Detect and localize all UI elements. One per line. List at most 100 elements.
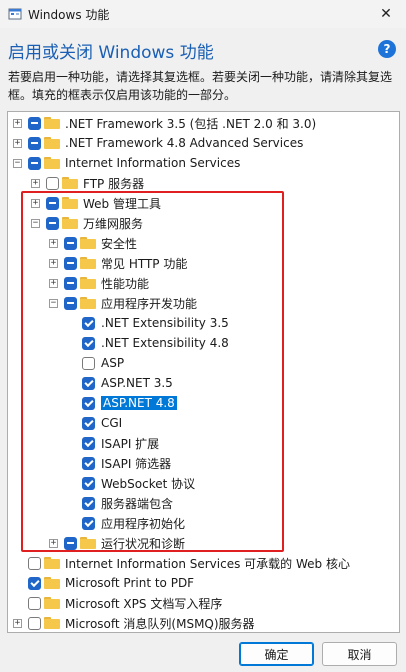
tree-item[interactable]: ISAPI 筛选器 [67, 453, 171, 473]
folder-icon [62, 177, 78, 189]
feature-checkbox[interactable] [28, 596, 41, 610]
feature-checkbox[interactable] [82, 376, 95, 390]
expand-icon[interactable]: + [49, 258, 58, 268]
ok-button[interactable]: 确定 [239, 642, 314, 666]
feature-checkbox[interactable] [82, 436, 95, 450]
feature-checkbox[interactable] [28, 556, 41, 570]
feature-checkbox[interactable] [82, 336, 95, 350]
tree-item[interactable]: + Web 管理工具 [31, 193, 161, 213]
expand-icon[interactable]: + [31, 198, 40, 208]
collapse-icon[interactable]: − [13, 158, 22, 168]
tree-item[interactable]: 服务器端包含 [67, 493, 173, 513]
cancel-button[interactable]: 取消 [322, 642, 397, 666]
feature-checkbox[interactable] [64, 296, 77, 310]
tree-item-label: Microsoft XPS 文档写入程序 [65, 596, 223, 611]
tree-item-label: FTP 服务器 [83, 176, 145, 191]
folder-icon [44, 157, 60, 169]
feature-checkbox[interactable] [64, 256, 77, 270]
tree-item-label: WebSocket 协议 [101, 476, 196, 491]
tree-item[interactable]: Microsoft XPS 文档写入程序 [13, 593, 222, 613]
feature-checkbox[interactable] [82, 456, 95, 470]
folder-icon [62, 197, 78, 209]
tree-item-label: .NET Framework 4.8 Advanced Services [65, 136, 304, 150]
tree-item[interactable]: + 性能功能 [49, 273, 149, 293]
feature-checkbox[interactable] [28, 616, 41, 630]
folder-icon [80, 257, 96, 269]
expand-icon[interactable]: + [49, 238, 58, 248]
description-text: 若要启用一种功能，请选择其复选框。若要关闭一种功能，请清除其复选框。填充的框表示… [8, 70, 393, 102]
tree-item-label: 性能功能 [101, 276, 150, 291]
expand-icon[interactable]: + [31, 178, 40, 188]
expand-icon[interactable]: + [13, 118, 22, 128]
tree-item[interactable]: .NET Extensibility 3.5 [67, 313, 229, 333]
tree-item-label: Microsoft Print to PDF [65, 576, 195, 590]
feature-checkbox[interactable] [64, 236, 77, 250]
tree-item[interactable]: ASP.NET 4.8 [67, 393, 177, 413]
tree-item[interactable]: .NET Extensibility 4.8 [67, 333, 229, 353]
tree-item[interactable]: − 应用程序开发功能 [49, 293, 197, 313]
feature-checkbox[interactable] [46, 216, 59, 230]
tree-item[interactable]: ISAPI 扩展 [67, 433, 159, 453]
feature-checkbox[interactable] [46, 176, 59, 190]
tree-item[interactable]: − Internet Information Services [13, 153, 240, 173]
feature-checkbox[interactable] [28, 576, 41, 590]
tree-item[interactable]: + 安全性 [49, 233, 137, 253]
tree-item[interactable]: + FTP 服务器 [31, 173, 144, 193]
feature-checkbox[interactable] [82, 316, 95, 330]
tree-item-label: Microsoft 消息队列(MSMQ)服务器 [65, 616, 255, 631]
tree-item-label: ASP.NET 4.8 [101, 396, 177, 410]
folder-icon [80, 537, 96, 549]
tree-item-label: CGI [101, 416, 123, 430]
feature-checkbox[interactable] [82, 516, 95, 530]
tree-item[interactable]: Microsoft Print to PDF [13, 573, 194, 593]
tree-item[interactable]: CGI [67, 413, 122, 433]
help-button[interactable]: ? [378, 40, 396, 58]
feature-checkbox[interactable] [28, 136, 41, 150]
expand-icon[interactable]: + [49, 278, 58, 288]
feature-checkbox[interactable] [82, 416, 95, 430]
expand-icon[interactable]: + [49, 538, 58, 548]
help-icon: ? [383, 42, 391, 56]
tree-item-label: Internet Information Services [65, 156, 241, 170]
tree-item[interactable]: ASP.NET 3.5 [67, 373, 173, 393]
tree-item[interactable]: + 常见 HTTP 功能 [49, 253, 187, 273]
folder-icon [44, 577, 60, 589]
tree-item-label: Web 管理工具 [83, 196, 161, 211]
tree-item-label: .NET Extensibility 4.8 [101, 336, 229, 350]
expand-icon[interactable]: + [13, 138, 22, 148]
folder-icon [44, 117, 60, 129]
tree-item[interactable]: ASP [67, 353, 124, 373]
tree-item-label: ASP [101, 356, 125, 370]
tree-item-label: 常见 HTTP 功能 [101, 256, 188, 271]
feature-checkbox[interactable] [64, 536, 77, 550]
feature-checkbox[interactable] [28, 116, 41, 130]
feature-checkbox[interactable] [64, 276, 77, 290]
page-title: 启用或关闭 Windows 功能 [8, 43, 214, 63]
feature-checkbox[interactable] [28, 156, 41, 170]
folder-icon [44, 597, 60, 609]
features-tree[interactable]: + .NET Framework 3.5 (包括 .NET 2.0 和 3.0) +… [7, 111, 400, 633]
tree-item[interactable]: + 运行状况和诊断 [49, 533, 185, 553]
tree-item[interactable]: + .NET Framework 3.5 (包括 .NET 2.0 和 3.0) [13, 113, 316, 133]
tree-item-label: Internet Information Services 可承载的 Web 核… [65, 556, 350, 571]
feature-checkbox[interactable] [82, 496, 95, 510]
tree-item[interactable]: Internet Information Services 可承载的 Web 核… [13, 553, 350, 573]
feature-checkbox[interactable] [46, 196, 59, 210]
folder-icon [80, 237, 96, 249]
tree-item[interactable]: + Microsoft 消息队列(MSMQ)服务器 [13, 613, 255, 632]
tree-item-label: 安全性 [101, 236, 138, 251]
tree-item-label: 应用程序初始化 [101, 516, 186, 531]
tree-item[interactable]: 应用程序初始化 [67, 513, 185, 533]
folder-icon [44, 557, 60, 569]
tree-item[interactable]: WebSocket 协议 [67, 473, 195, 493]
collapse-icon[interactable]: − [31, 218, 40, 228]
collapse-icon[interactable]: − [49, 298, 58, 308]
tree-item[interactable]: + .NET Framework 4.8 Advanced Services [13, 133, 303, 153]
tree-item[interactable]: − 万维网服务 [31, 213, 143, 233]
folder-icon [62, 217, 78, 229]
close-button[interactable]: ✕ [366, 0, 406, 28]
expand-icon[interactable]: + [13, 618, 22, 628]
feature-checkbox[interactable] [82, 356, 95, 370]
feature-checkbox[interactable] [82, 476, 95, 490]
feature-checkbox[interactable] [82, 396, 95, 410]
